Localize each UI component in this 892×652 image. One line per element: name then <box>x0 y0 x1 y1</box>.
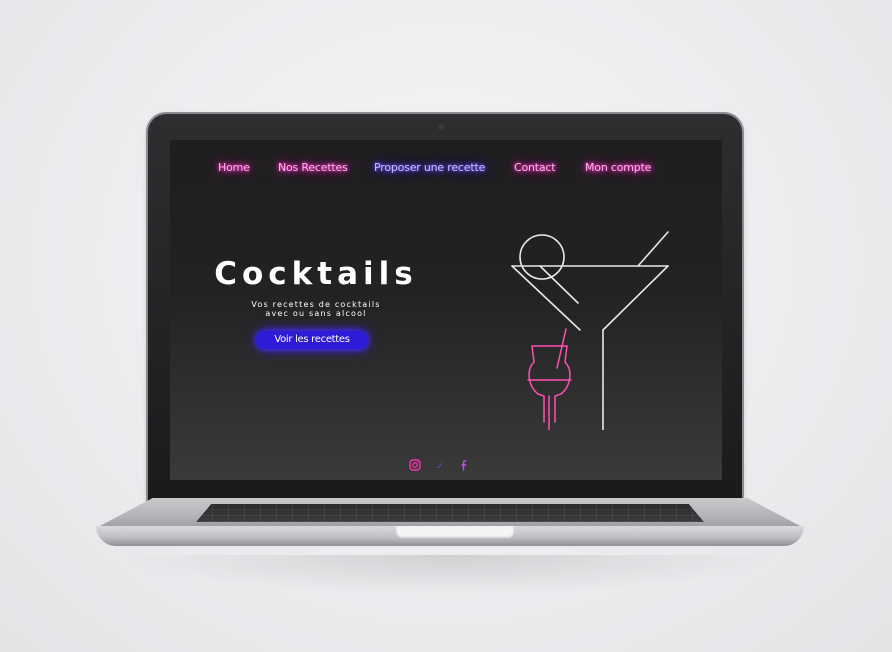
hero-subtitle: Vos recettes de cocktails avec ou sans a… <box>206 300 426 318</box>
trackpad-notch <box>396 526 514 538</box>
cocktail-illustration <box>511 231 669 430</box>
webcam <box>438 124 444 130</box>
facebook-icon[interactable] <box>456 457 470 471</box>
nav-contact-link[interactable]: Contact <box>514 161 556 174</box>
keyboard <box>196 504 704 522</box>
view-recipes-button[interactable]: Voir les recettes <box>256 331 368 349</box>
lemon-slice-icon <box>519 234 565 280</box>
keyboard-keys <box>196 504 704 522</box>
laptop-screen: Home Nos Recettes Proposer une recette C… <box>170 140 722 480</box>
martini-stick <box>637 231 669 267</box>
social-links <box>170 457 722 471</box>
hero-title: Cocktails <box>214 256 418 292</box>
desk-shadow <box>120 555 780 595</box>
nav-recipes-link[interactable]: Nos Recettes <box>278 161 348 174</box>
laptop-base <box>96 498 804 546</box>
nav-home-link[interactable]: Home <box>218 161 250 174</box>
nav-account-link[interactable]: Mon compte <box>585 161 651 174</box>
hero-subtitle-line1: Vos recettes de cocktails <box>251 300 381 309</box>
instagram-icon[interactable] <box>408 457 422 471</box>
nav-submit-recipe-link[interactable]: Proposer une recette <box>374 161 485 174</box>
twitter-icon[interactable] <box>432 457 446 471</box>
hero-subtitle-line2: avec ou sans alcool <box>265 309 367 318</box>
main-nav: Home Nos Recettes Proposer une recette C… <box>170 161 722 179</box>
laptop-lid: Home Nos Recettes Proposer une recette C… <box>148 114 742 506</box>
martini-glass-icon <box>511 231 669 430</box>
